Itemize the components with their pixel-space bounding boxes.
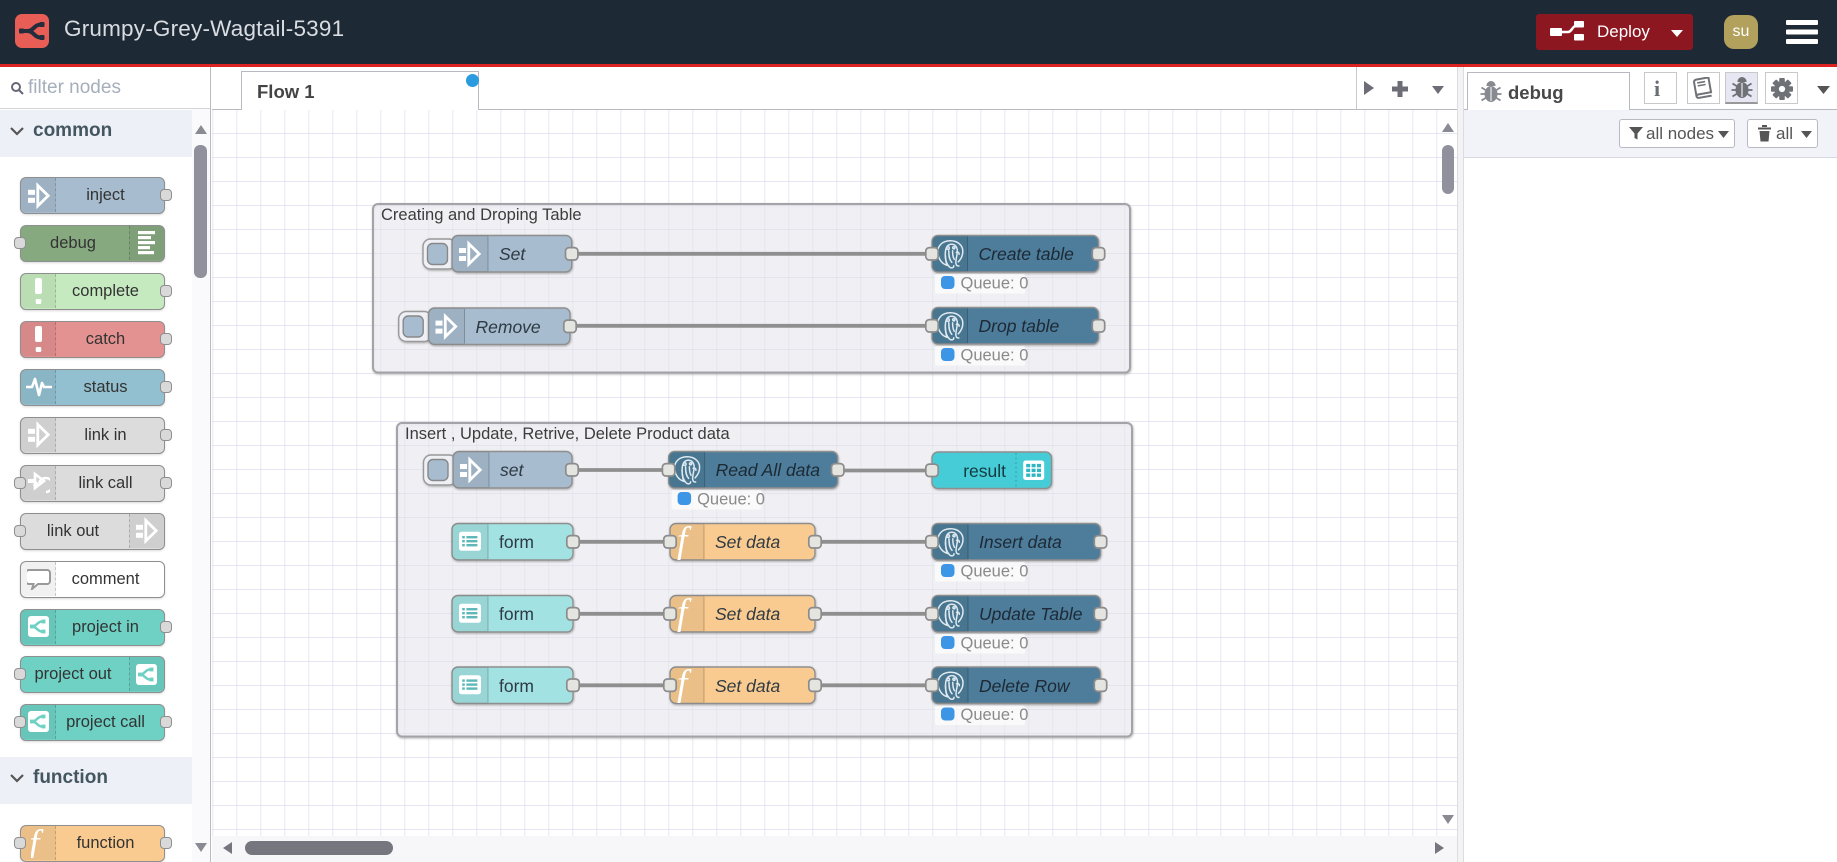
svg-text:Insert , Update, Retrive, Dele: Insert , Update, Retrive, Delete Product… bbox=[405, 425, 730, 443]
svg-text:Drop table: Drop table bbox=[979, 316, 1060, 336]
svg-text:f: f bbox=[31, 828, 44, 858]
svg-text:form: form bbox=[499, 676, 534, 696]
svg-text:Set: Set bbox=[499, 244, 526, 264]
svg-text:set: set bbox=[500, 460, 524, 480]
svg-text:Queue: 0: Queue: 0 bbox=[961, 706, 1029, 724]
svg-text:Update Table: Update Table bbox=[979, 604, 1083, 624]
svg-text:Set data: Set data bbox=[715, 676, 780, 696]
svg-text:Insert data: Insert data bbox=[979, 532, 1062, 552]
svg-text:Queue: 0: Queue: 0 bbox=[961, 347, 1029, 365]
svg-text:Remove: Remove bbox=[476, 317, 541, 337]
svg-text:i: i bbox=[1654, 77, 1660, 99]
svg-text:Set data: Set data bbox=[715, 604, 780, 624]
svg-text:Queue: 0: Queue: 0 bbox=[697, 491, 765, 509]
svg-text:Set data: Set data bbox=[715, 532, 780, 552]
svg-text:Queue: 0: Queue: 0 bbox=[961, 563, 1029, 581]
svg-text:Creating and Droping Table: Creating and Droping Table bbox=[381, 206, 582, 224]
svg-text:result: result bbox=[963, 461, 1006, 481]
svg-text:Queue: 0: Queue: 0 bbox=[961, 275, 1029, 293]
svg-text:form: form bbox=[499, 604, 534, 624]
svg-text:Create table: Create table bbox=[979, 244, 1075, 264]
svg-text:Delete Row: Delete Row bbox=[979, 676, 1071, 696]
svg-text:form: form bbox=[499, 532, 534, 552]
svg-text:Read All data: Read All data bbox=[716, 460, 821, 480]
svg-text:Queue: 0: Queue: 0 bbox=[961, 635, 1029, 653]
